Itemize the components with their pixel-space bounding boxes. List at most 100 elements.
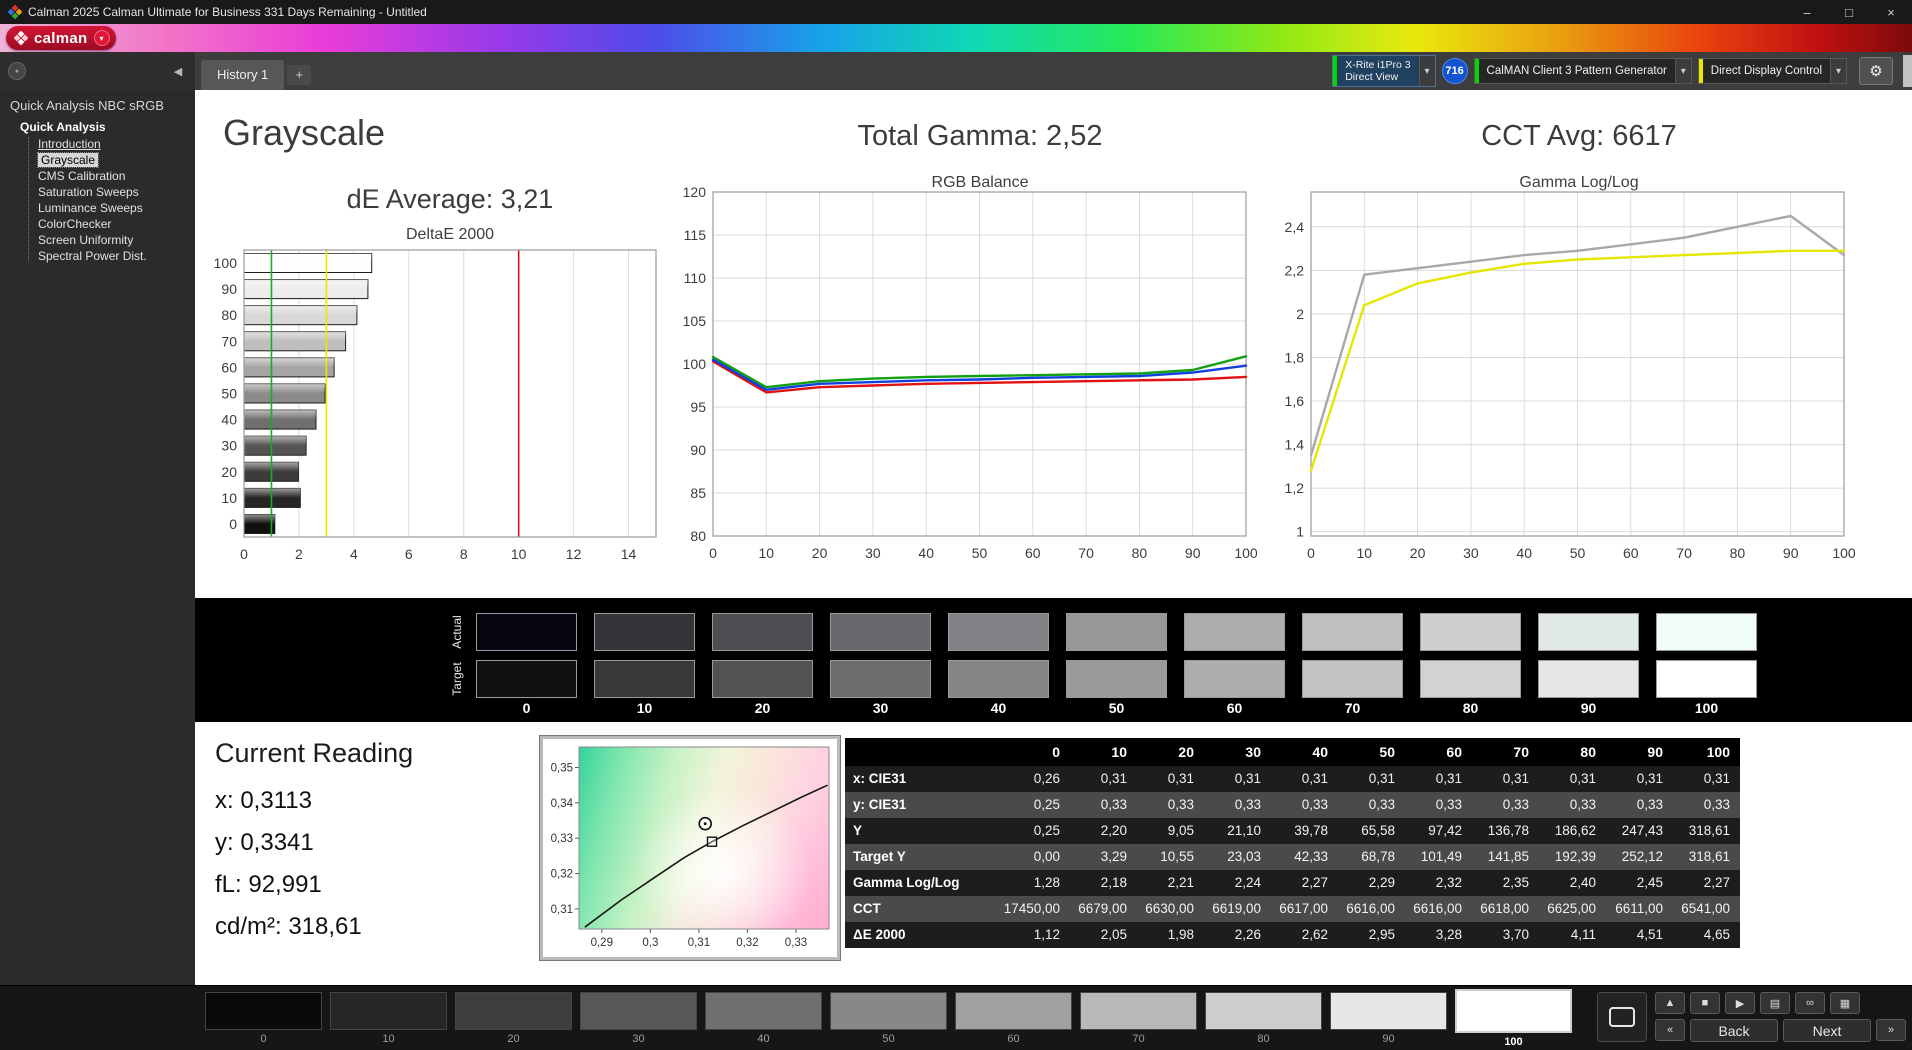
- workflow-sidebar: Quick Analysis NBC sRGB Quick Analysis I…: [0, 90, 195, 985]
- pattern-level-40[interactable]: 40: [705, 992, 822, 1048]
- swatch-column-label: 20: [754, 700, 771, 716]
- pattern-window-icon: [1609, 1007, 1635, 1027]
- table-col-header: 60: [1405, 738, 1472, 766]
- pattern-level-100[interactable]: 100: [1455, 989, 1572, 1048]
- top-strip: ● ◀ History 1 + X-Rite i1Pro 3 Direct Vi…: [0, 52, 1912, 90]
- sidebar-item-spectral-power-dist[interactable]: Spectral Power Dist.: [0, 249, 195, 265]
- svg-text:2,4: 2,4: [1285, 219, 1305, 235]
- minimize-button[interactable]: –: [1786, 0, 1828, 24]
- back-button[interactable]: Back: [1690, 1019, 1778, 1042]
- sidebar-item-cms-calibration[interactable]: CMS Calibration: [0, 169, 195, 185]
- table-cell: 6617,00: [1271, 896, 1338, 922]
- collapse-sidebar-button[interactable]: ◀: [169, 65, 187, 78]
- table-cell: 97,42: [1405, 818, 1472, 844]
- table-cell: 6625,00: [1539, 896, 1606, 922]
- save-button[interactable]: ▤: [1760, 992, 1790, 1014]
- pattern-generator-select[interactable]: CalMAN Client 3 Pattern Generator ▾: [1473, 58, 1692, 84]
- pattern-label: 30: [632, 1033, 645, 1045]
- continuous-measure-button[interactable]: ∞: [1795, 992, 1825, 1014]
- table-cell: 3,70: [1472, 922, 1539, 948]
- settings-button[interactable]: ⚙: [1859, 57, 1893, 85]
- calman-menu-button[interactable]: calman ▾: [6, 26, 116, 50]
- pattern-level-20[interactable]: 20: [455, 992, 572, 1048]
- meter-select[interactable]: X-Rite i1Pro 3 Direct View ▾: [1332, 55, 1436, 87]
- table-cell: 2,62: [1271, 922, 1338, 948]
- svg-text:120: 120: [683, 186, 707, 200]
- pattern-level-10[interactable]: 10: [330, 992, 447, 1048]
- table-cell: 0,33: [1673, 792, 1740, 818]
- svg-text:70: 70: [1676, 545, 1692, 561]
- pattern-window-button[interactable]: [1597, 992, 1647, 1042]
- svg-text:80: 80: [1132, 545, 1148, 561]
- charts-panel: Grayscale dE Average: 3,21 DeltaE 2000 0…: [195, 90, 1912, 598]
- actual-swatch-0: [476, 613, 577, 651]
- page-last-button[interactable]: »: [1876, 1019, 1906, 1041]
- pattern-swatch: [580, 992, 697, 1030]
- add-tab-button[interactable]: +: [287, 65, 312, 85]
- gamma-log-chart: 1 1,2 1,4 1,6 1,8 2 2,2 2,4 0 10 20 30 40 50 60 70 80 90 1…: [1285, 191, 1856, 561]
- pattern-level-60[interactable]: 60: [955, 992, 1072, 1048]
- table-cell: 2,18: [1070, 870, 1137, 896]
- scroll-up-button[interactable]: ▲: [1655, 992, 1685, 1014]
- actual-swatch-80: [1420, 613, 1521, 651]
- maximize-button[interactable]: □: [1828, 0, 1870, 24]
- display-control-select[interactable]: Direct Display Control ▾: [1697, 58, 1847, 84]
- chevron-down-icon: ▾: [1830, 59, 1846, 83]
- svg-text:2: 2: [1296, 306, 1304, 322]
- sidebar-item-colorchecker[interactable]: ColorChecker: [0, 217, 195, 233]
- target-swatch-40: [948, 660, 1049, 698]
- sidebar-item-introduction[interactable]: Introduction: [0, 137, 195, 153]
- table-cell: 0,33: [1539, 792, 1606, 818]
- pattern-level-70[interactable]: 70: [1080, 992, 1197, 1048]
- docked-panel-handle[interactable]: [1903, 55, 1912, 87]
- table-col-header: 10: [1070, 738, 1137, 766]
- svg-text:0,32: 0,32: [551, 869, 573, 881]
- target-swatch-90: [1538, 660, 1639, 698]
- page-first-button[interactable]: «: [1655, 1019, 1685, 1041]
- next-button[interactable]: Next: [1783, 1019, 1871, 1042]
- svg-text:8: 8: [460, 546, 468, 562]
- tab-bar: History 1 + X-Rite i1Pro 3 Direct View ▾…: [195, 52, 1912, 90]
- pattern-level-30[interactable]: 30: [580, 992, 697, 1048]
- table-cell: 4,51: [1606, 922, 1673, 948]
- actual-swatch-100: [1656, 613, 1757, 651]
- swatch-column-label: 50: [1108, 700, 1125, 716]
- pattern-swatch: [205, 992, 322, 1030]
- table-cell: 192,39: [1539, 844, 1606, 870]
- table-cell: 6616,00: [1338, 896, 1405, 922]
- pattern-label: 20: [507, 1033, 520, 1045]
- measure-button[interactable]: ▶: [1725, 992, 1755, 1014]
- svg-text:115: 115: [684, 227, 707, 243]
- all-screens-button[interactable]: ▦: [1830, 992, 1860, 1014]
- sidebar-item-grayscale[interactable]: Grayscale: [0, 152, 195, 169]
- pattern-level-50[interactable]: 50: [830, 992, 947, 1048]
- table-cell: 2,26: [1204, 922, 1271, 948]
- table-cell: 42,33: [1271, 844, 1338, 870]
- svg-text:1,6: 1,6: [1285, 393, 1305, 409]
- meter-mode: Direct View: [1345, 71, 1399, 83]
- calman-logo-icon: [13, 30, 29, 46]
- table-cell: 0,31: [1137, 766, 1204, 792]
- pattern-level-0[interactable]: 0: [205, 992, 322, 1048]
- stop-button[interactable]: ■: [1690, 992, 1720, 1014]
- table-col-header: 20: [1137, 738, 1204, 766]
- svg-text:12: 12: [566, 546, 582, 562]
- actual-swatch-30: [830, 613, 931, 651]
- pattern-level-80[interactable]: 80: [1205, 992, 1322, 1048]
- tab-history-1[interactable]: History 1: [201, 60, 285, 90]
- workflow-tree: Quick Analysis Introduction Grayscale CMS …: [0, 117, 195, 265]
- pattern-label: 80: [1257, 1033, 1270, 1045]
- tree-root-quick-analysis[interactable]: Quick Analysis: [0, 117, 195, 137]
- sidebar-item-screen-uniformity[interactable]: Screen Uniformity: [0, 233, 195, 249]
- table-cell: 2,35: [1472, 870, 1539, 896]
- close-button[interactable]: ×: [1870, 0, 1912, 24]
- gear-icon: ⚙: [1869, 63, 1883, 80]
- workspace-menu-button[interactable]: ●: [8, 62, 26, 80]
- pattern-generator-name: CalMAN Client 3 Pattern Generator: [1486, 65, 1667, 77]
- sidebar-item-luminance-sweeps[interactable]: Luminance Sweeps: [0, 201, 195, 217]
- target-swatch-70: [1302, 660, 1403, 698]
- table-row-label: CCT: [845, 896, 1003, 922]
- svg-text:100: 100: [214, 255, 238, 271]
- pattern-level-90[interactable]: 90: [1330, 992, 1447, 1048]
- sidebar-item-saturation-sweeps[interactable]: Saturation Sweeps: [0, 185, 195, 201]
